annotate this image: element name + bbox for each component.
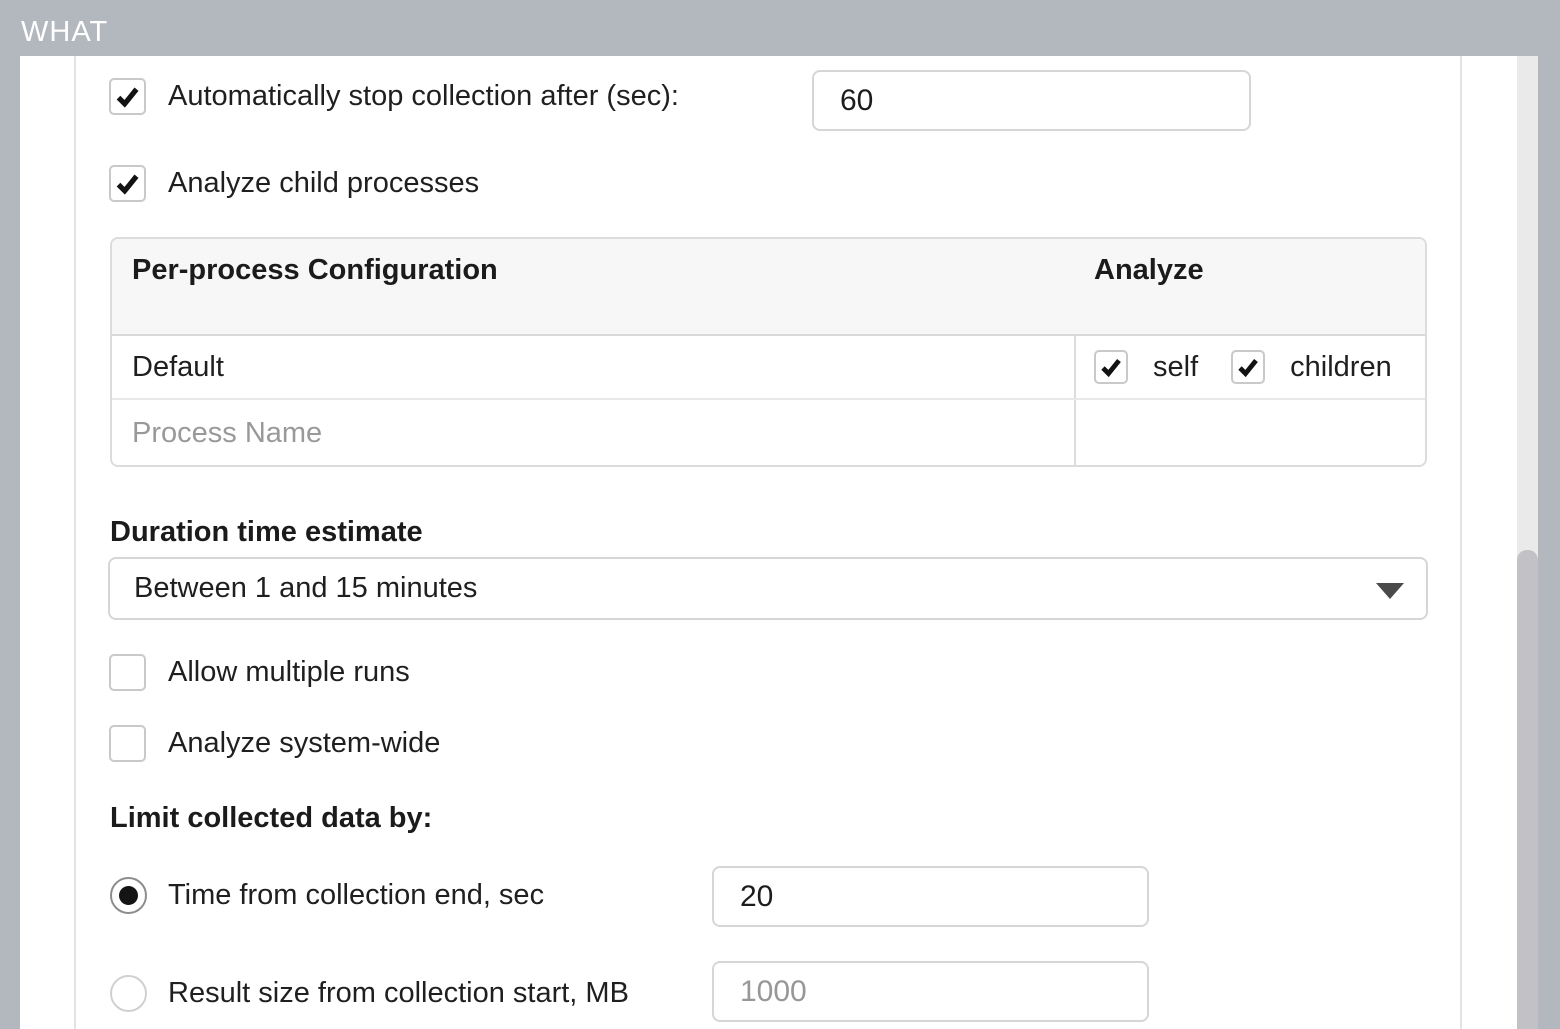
size-limit-label: Result size from collection start, MB bbox=[168, 975, 629, 1012]
table-row-new-process: Process Name bbox=[112, 400, 1425, 467]
time-limit-input[interactable] bbox=[712, 866, 1149, 927]
children-checkbox-label: children bbox=[1290, 351, 1392, 384]
checkmark-icon bbox=[114, 170, 141, 197]
checkmark-icon bbox=[1099, 355, 1123, 379]
analyze-child-label: Analyze child processes bbox=[168, 165, 479, 202]
pane-right-border bbox=[1460, 56, 1462, 1029]
vertical-scrollbar-track[interactable] bbox=[1517, 56, 1538, 1029]
settings-card: Automatically stop collection after (sec… bbox=[20, 56, 1538, 1029]
default-row-analyze-cell: self children bbox=[1094, 336, 1392, 398]
per-process-table: Per-process Configuration Analyze Defaul… bbox=[110, 237, 1427, 467]
time-limit-label: Time from collection end, sec bbox=[168, 877, 544, 914]
checkmark-icon bbox=[114, 83, 141, 110]
section-title-what: WHAT bbox=[21, 16, 108, 49]
default-row-name: Default bbox=[132, 336, 224, 398]
vertical-scrollbar-thumb[interactable] bbox=[1517, 550, 1538, 1029]
dropdown-caret-icon bbox=[1376, 583, 1404, 599]
allow-multiple-runs-checkbox[interactable] bbox=[109, 654, 146, 691]
size-limit-input[interactable] bbox=[712, 961, 1149, 1022]
analyze-column-header: Analyze bbox=[1094, 254, 1204, 287]
analyze-system-wide-checkbox[interactable] bbox=[109, 725, 146, 762]
self-checkbox[interactable] bbox=[1094, 350, 1128, 384]
analyze-child-checkbox[interactable] bbox=[109, 165, 146, 202]
children-checkbox[interactable] bbox=[1231, 350, 1265, 384]
auto-stop-label: Automatically stop collection after (sec… bbox=[168, 78, 679, 115]
duration-estimate-value: Between 1 and 15 minutes bbox=[134, 572, 477, 605]
table-row-default: Default self children bbox=[112, 336, 1425, 400]
auto-stop-seconds-input[interactable] bbox=[812, 70, 1251, 131]
process-name-input[interactable]: Process Name bbox=[132, 400, 322, 467]
checkmark-icon bbox=[1236, 355, 1260, 379]
radio-dot bbox=[119, 886, 138, 905]
size-limit-radio[interactable] bbox=[110, 975, 147, 1012]
allow-multiple-runs-label: Allow multiple runs bbox=[168, 654, 410, 691]
duration-estimate-select[interactable]: Between 1 and 15 minutes bbox=[108, 557, 1428, 620]
duration-estimate-heading: Duration time estimate bbox=[110, 514, 423, 551]
pane-left-border bbox=[74, 56, 76, 1029]
auto-stop-checkbox[interactable] bbox=[109, 78, 146, 115]
table-header-row: Per-process Configuration Analyze bbox=[112, 239, 1425, 336]
what-settings-panel: { "window": { "section_title": "WHAT" },… bbox=[0, 0, 1560, 1029]
limit-data-heading: Limit collected data by: bbox=[110, 800, 432, 837]
self-checkbox-label: self bbox=[1153, 351, 1198, 384]
config-column-header: Per-process Configuration bbox=[132, 254, 498, 287]
analyze-system-wide-label: Analyze system-wide bbox=[168, 725, 440, 762]
time-limit-radio[interactable] bbox=[110, 877, 147, 914]
